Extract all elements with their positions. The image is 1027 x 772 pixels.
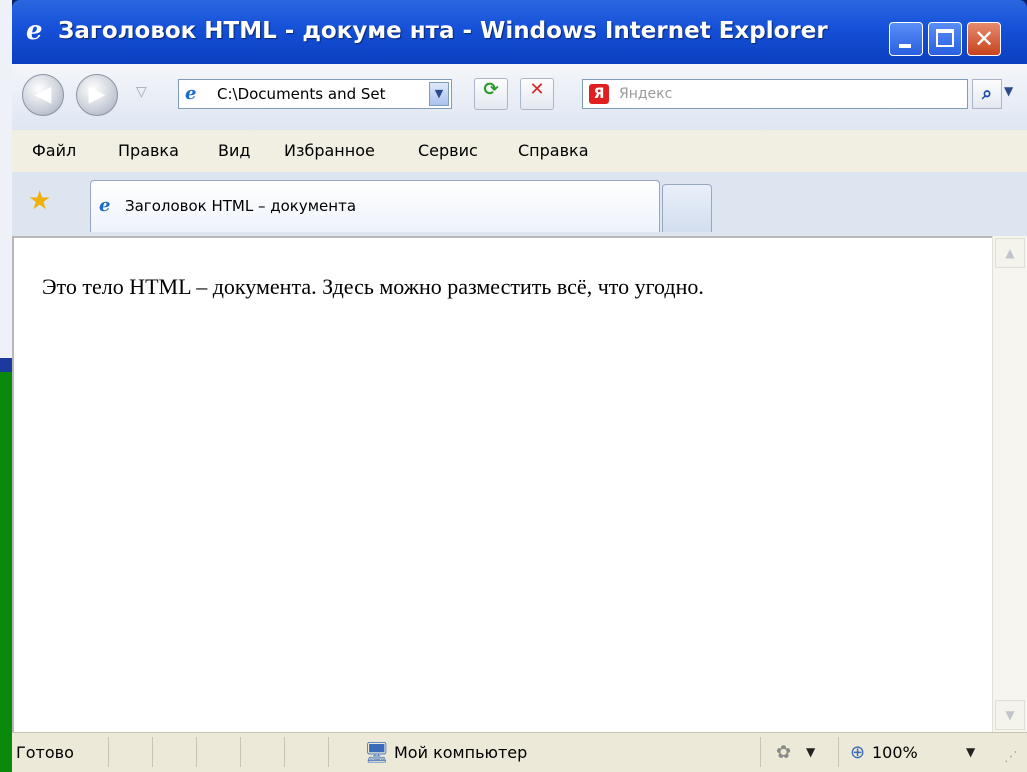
search-input[interactable]: Яндекс	[619, 86, 672, 102]
status-text: Готово	[16, 743, 74, 762]
window-title: Заголовок HTML - докуме нта - Windows In…	[58, 18, 828, 44]
resize-grip-icon[interactable]: ⋰	[1004, 749, 1018, 765]
search-options-dropdown-icon[interactable]: ▼	[1004, 84, 1013, 98]
address-bar[interactable]: e C:\Documents and Set ▼	[178, 79, 452, 109]
zone-label: Мой компьютер	[394, 743, 528, 762]
status-bar: Готово 🖥 Мой компьютер ✿ ▼ ⊕ 100% ▼ ⋰	[12, 732, 1027, 772]
tab-active[interactable]: e Заголовок HTML – документа	[90, 180, 660, 232]
status-divider	[284, 737, 285, 767]
address-input[interactable]: C:\Documents and Set	[217, 85, 427, 103]
zoom-icon[interactable]: ⊕	[850, 742, 865, 763]
chevron-up-icon: ▲	[1005, 246, 1015, 260]
search-box[interactable]: Я Яндекс	[582, 79, 968, 109]
protected-mode-dropdown-icon[interactable]: ▼	[806, 745, 815, 759]
menu-bar: Файл Правка Вид Избранное Сервис Справка	[12, 130, 1027, 173]
menu-help[interactable]: Справка	[518, 141, 589, 160]
chevron-down-icon: ▼	[1005, 708, 1015, 722]
stop-icon: ✕	[529, 79, 545, 100]
page-icon: e	[185, 83, 197, 104]
zoom-dropdown-icon[interactable]: ▼	[966, 745, 975, 759]
stop-button[interactable]: ✕	[520, 78, 554, 110]
minimize-icon	[899, 44, 911, 48]
tab-ie-icon: e	[99, 195, 111, 216]
status-divider	[152, 737, 153, 767]
forward-button[interactable]: ▶	[76, 74, 118, 116]
menu-favorites[interactable]: Избранное	[284, 141, 375, 160]
computer-zone-icon: 🖥	[364, 740, 390, 764]
ie-logo-icon: e	[26, 16, 43, 46]
close-button[interactable]: ✕	[967, 22, 1001, 56]
status-divider	[328, 737, 329, 767]
desktop-background-green	[0, 372, 12, 771]
close-icon: ✕	[973, 25, 995, 53]
search-icon: ⌕	[981, 83, 993, 104]
status-divider	[108, 737, 109, 767]
scroll-down-button[interactable]: ▼	[995, 700, 1025, 730]
minimize-button[interactable]	[889, 22, 923, 56]
tab-label: Заголовок HTML – документа	[125, 197, 357, 215]
refresh-button[interactable]: ⟳	[474, 78, 508, 110]
yandex-icon: Я	[589, 84, 609, 104]
menu-file[interactable]: Файл	[32, 141, 76, 160]
browser-frame: ◀ ▶ ▽ e C:\Documents and Set ▼ ⟳ ✕ Я Янд…	[12, 64, 1027, 772]
forward-arrow-icon: ▶	[88, 82, 106, 107]
title-bar[interactable]: e Заголовок HTML - докуме нта - Windows …	[12, 0, 1027, 64]
menu-edit[interactable]: Правка	[118, 141, 179, 160]
status-divider	[760, 737, 761, 767]
address-dropdown-button[interactable]: ▼	[429, 82, 449, 106]
scroll-up-button[interactable]: ▲	[995, 238, 1025, 268]
browser-window: e Заголовок HTML - докуме нта - Windows …	[12, 0, 1027, 772]
protected-mode-icon[interactable]: ✿	[776, 742, 791, 763]
menu-view[interactable]: Вид	[218, 141, 250, 160]
maximize-button[interactable]	[928, 22, 962, 56]
vertical-scrollbar[interactable]: ▲ ▼	[992, 236, 1027, 732]
favorites-star-icon[interactable]: ★	[28, 188, 51, 214]
menu-tools[interactable]: Сервис	[418, 141, 478, 160]
page-body-text: Это тело HTML – документа. Здесь можно р…	[42, 274, 704, 299]
history-dropdown-icon[interactable]: ▽	[136, 84, 147, 100]
status-divider	[196, 737, 197, 767]
back-arrow-icon: ◀	[34, 82, 52, 107]
status-divider	[838, 737, 839, 767]
tab-bar: ★ e Заголовок HTML – документа	[12, 172, 1027, 237]
status-divider	[240, 737, 241, 767]
refresh-icon: ⟳	[483, 79, 499, 100]
back-button[interactable]: ◀	[22, 74, 64, 116]
new-tab-button[interactable]	[662, 184, 712, 232]
maximize-icon	[936, 29, 954, 47]
navigation-bar: ◀ ▶ ▽ e C:\Documents and Set ▼ ⟳ ✕ Я Янд…	[12, 64, 1027, 130]
search-button[interactable]: ⌕	[972, 79, 1002, 109]
page-content: Это тело HTML – документа. Здесь можно р…	[12, 236, 992, 732]
zoom-level[interactable]: 100%	[872, 743, 918, 762]
